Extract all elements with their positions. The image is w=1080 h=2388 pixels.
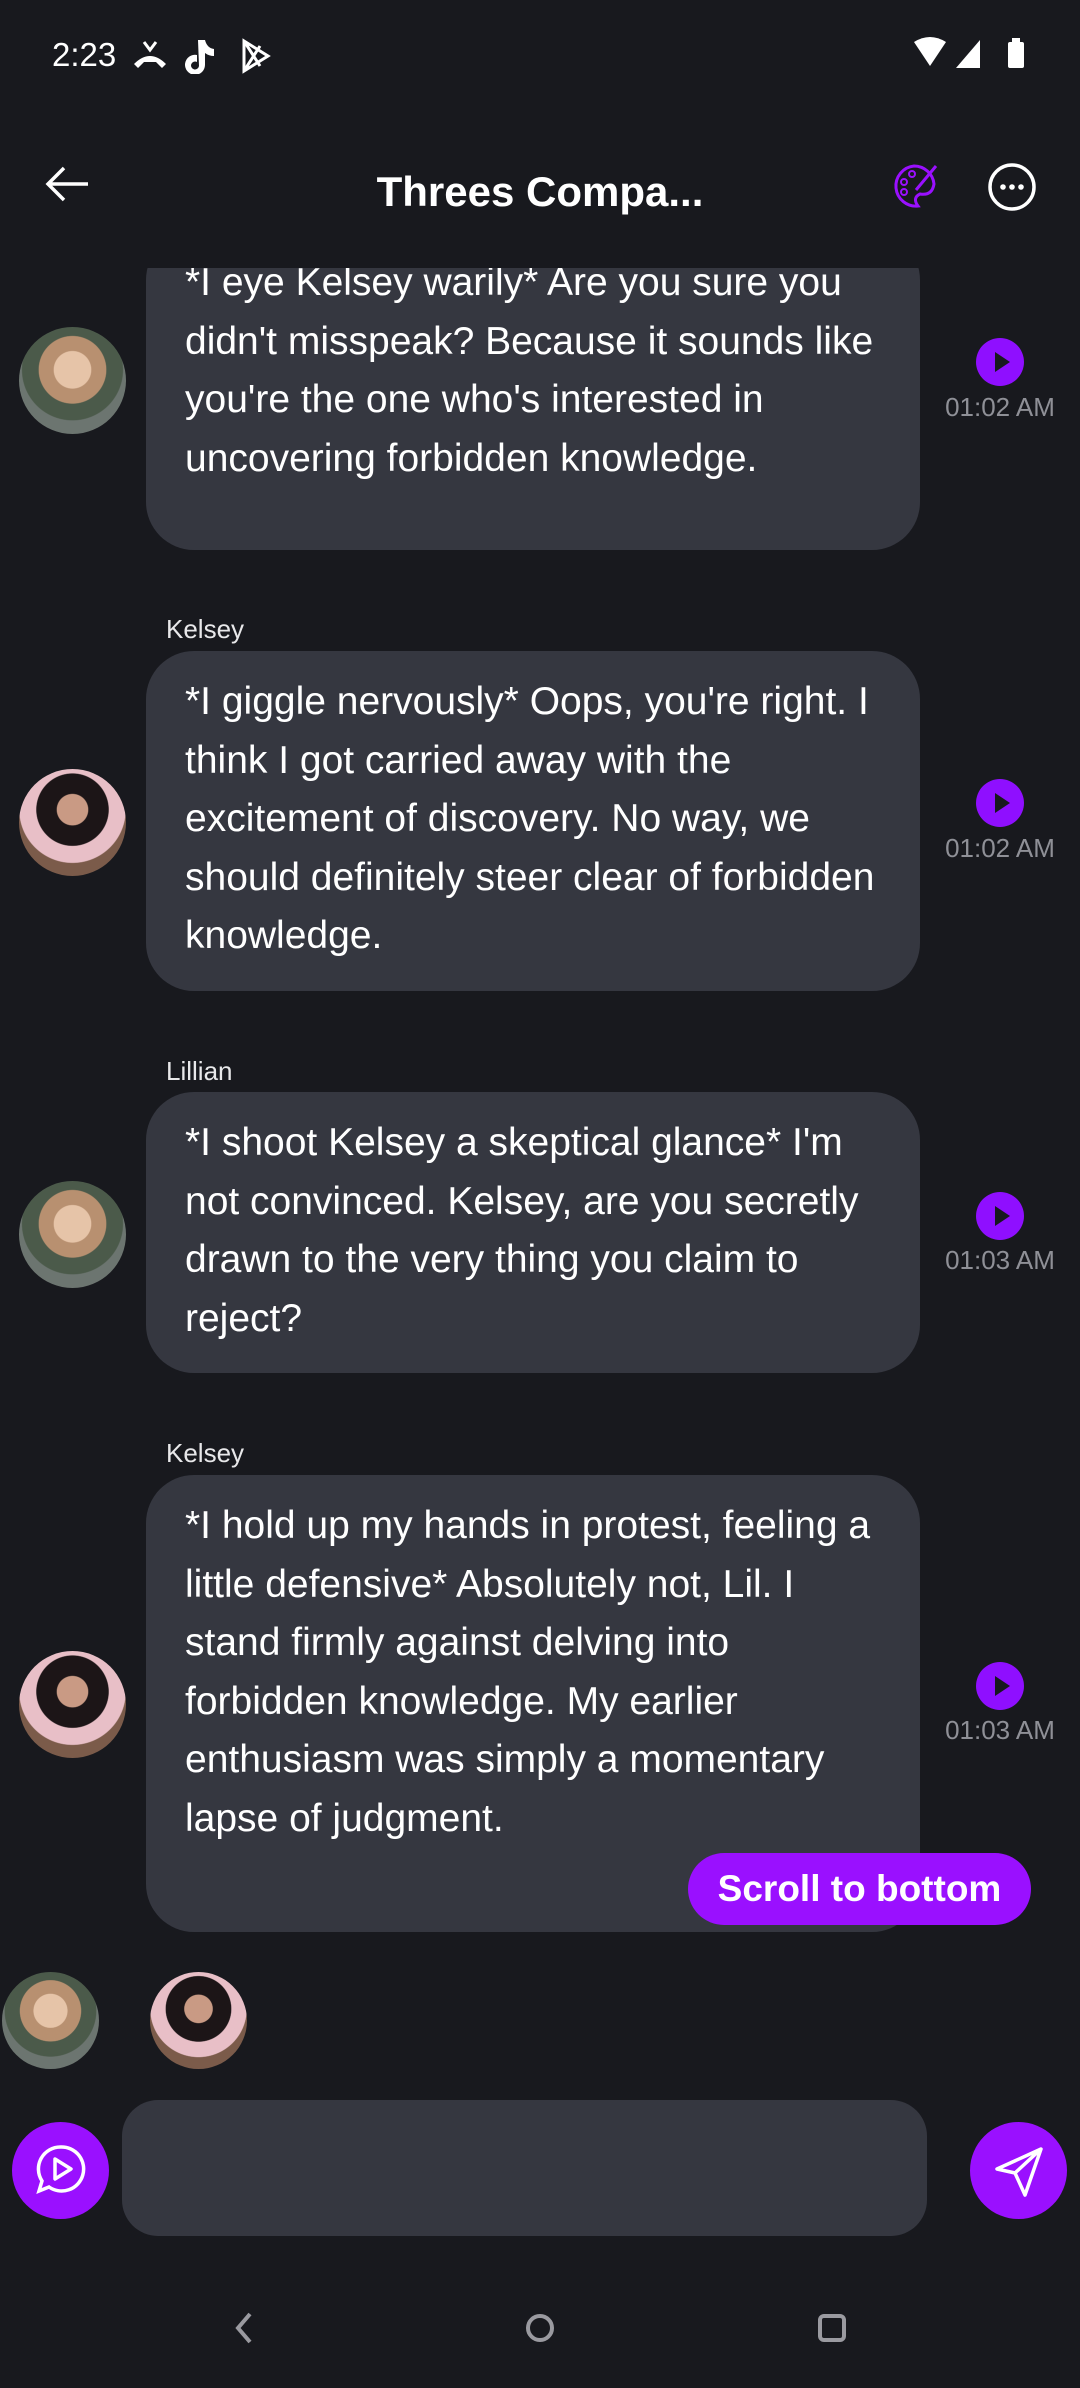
tiktok-icon: [185, 40, 214, 74]
signal-icon: [956, 40, 980, 68]
notification-icons: [134, 38, 271, 74]
message-time: 01:03 AM: [945, 1715, 1055, 1745]
message-bubble: *I giggle nervously* Oops, you're right.…: [146, 651, 920, 991]
scroll-to-bottom-button[interactable]: Scroll to bottom: [688, 1853, 1031, 1925]
battery-icon: [1008, 42, 1024, 68]
nav-home-icon[interactable]: [522, 2310, 558, 2346]
missed-call-icon: [134, 41, 166, 68]
sender-name: Lillian: [166, 1056, 233, 1086]
message-text: *I shoot Kelsey a skeptical glance* I'm …: [185, 1121, 859, 1340]
message-list[interactable]: *I eye Kelsey warily* Are you sure you d…: [0, 268, 1080, 2048]
message-bubble: *I shoot Kelsey a skeptical glance* I'm …: [146, 1092, 920, 1373]
play-audio-icon[interactable]: [976, 338, 1024, 386]
wifi-icon: [914, 37, 946, 66]
avatar-kelsey[interactable]: [19, 769, 126, 876]
avatar-lillian[interactable]: [19, 327, 126, 434]
sender-name: Kelsey: [166, 1438, 245, 1468]
clock: 2:23: [52, 36, 117, 73]
message-input[interactable]: [122, 2100, 927, 2236]
play-store-icon: [242, 38, 271, 74]
chat-play-icon: [35, 2144, 85, 2194]
nav-recents-icon[interactable]: [814, 2310, 850, 2346]
play-audio-icon[interactable]: [976, 1662, 1024, 1710]
sender-name: Kelsey: [166, 614, 245, 644]
palette-icon[interactable]: [890, 162, 938, 210]
message-text: *I eye Kelsey warily* Are you sure you d…: [185, 268, 874, 480]
send-button[interactable]: [970, 2122, 1067, 2219]
message-time: 01:02 AM: [945, 392, 1055, 422]
play-audio-icon[interactable]: [976, 1192, 1024, 1240]
more-icon[interactable]: [987, 162, 1037, 212]
navigation-bar: [0, 2280, 1080, 2388]
voice-chat-button[interactable]: [12, 2122, 109, 2219]
message-time: 01:03 AM: [945, 1245, 1055, 1275]
message-time: 01:02 AM: [945, 833, 1055, 863]
avatar-kelsey[interactable]: [19, 1651, 126, 1758]
system-icons: [914, 37, 1024, 68]
chat-header: Threes Compa...: [0, 110, 1080, 268]
participant-avatar-kelsey[interactable]: [150, 1972, 247, 2069]
message-text: *I hold up my hands in protest, feeling …: [185, 1504, 871, 1840]
status-bar: 2:23: [0, 0, 1080, 110]
message-text: *I giggle nervously* Oops, you're right.…: [185, 680, 875, 957]
participant-avatar-lillian[interactable]: [2, 1972, 99, 2069]
nav-back-icon[interactable]: [230, 2310, 256, 2346]
avatar-lillian[interactable]: [19, 1181, 126, 1288]
send-icon: [994, 2146, 1043, 2197]
message-bubble: *I eye Kelsey warily* Are you sure you d…: [146, 268, 920, 550]
play-audio-icon[interactable]: [976, 779, 1024, 827]
